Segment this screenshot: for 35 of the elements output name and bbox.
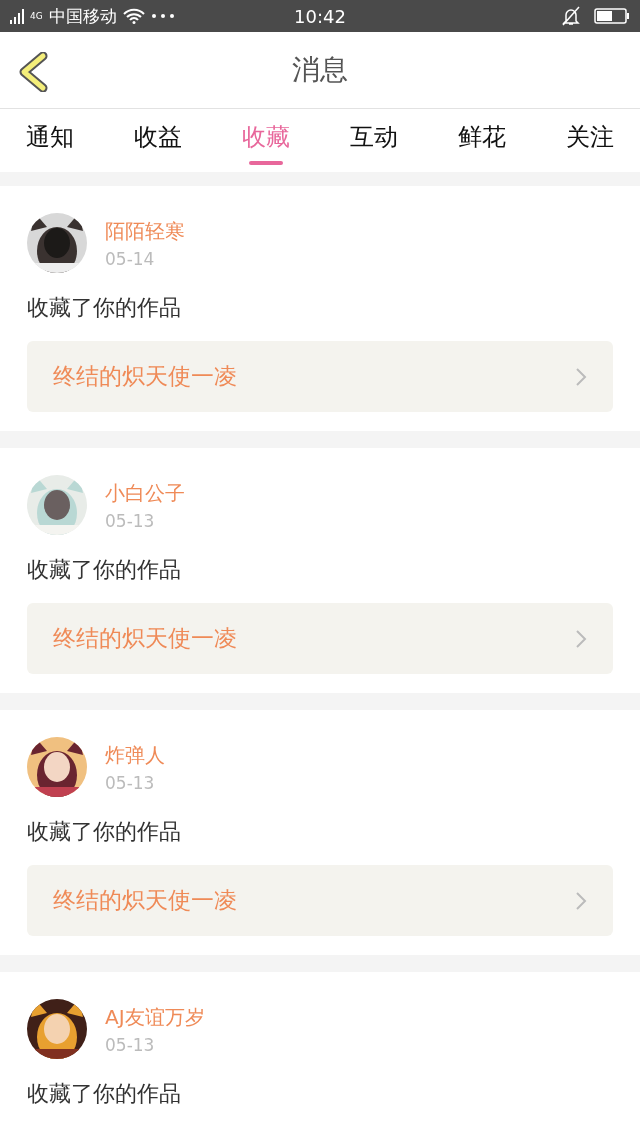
tab[interactable]: 互动 xyxy=(350,109,398,172)
back-icon[interactable] xyxy=(18,52,48,92)
message-date: 05-13 xyxy=(105,1034,156,1055)
message-text: 收藏了你的作品 xyxy=(27,294,182,322)
chevron-right-icon xyxy=(575,628,587,649)
user-name[interactable]: 小白公子 xyxy=(105,479,185,507)
bell-muted-icon xyxy=(562,6,580,26)
tab[interactable]: 收益 xyxy=(134,109,182,172)
work-link[interactable]: 终结的炽天使一凌 xyxy=(27,341,613,412)
message-date: 05-13 xyxy=(105,510,156,531)
chevron-right-icon xyxy=(575,366,587,387)
tab[interactable]: 通知 xyxy=(26,109,74,172)
network-type: 4G xyxy=(30,11,43,21)
user-name[interactable]: 陌陌轻寒 xyxy=(105,217,185,245)
work-link[interactable]: 终结的炽天使一凌 xyxy=(27,603,613,674)
clock-time: 10:42 xyxy=(294,5,346,27)
wifi-icon xyxy=(122,8,145,24)
battery-icon xyxy=(594,8,630,24)
tab[interactable]: 关注 xyxy=(566,109,614,172)
user-name[interactable]: 炸弹人 xyxy=(105,741,165,769)
chevron-right-icon xyxy=(575,890,587,911)
carrier-name: 中国移动 xyxy=(48,4,117,28)
user-name[interactable]: AJ友谊万岁 xyxy=(105,1003,205,1031)
more-icon xyxy=(150,13,175,19)
signal-icon xyxy=(10,8,24,24)
tab[interactable]: 鲜花 xyxy=(458,109,506,172)
tab-underline xyxy=(249,161,283,165)
message-text: 收藏了你的作品 xyxy=(27,1080,182,1108)
message-text: 收藏了你的作品 xyxy=(27,818,182,846)
tab[interactable]: 收藏 xyxy=(242,109,290,172)
message-text: 收藏了你的作品 xyxy=(27,556,182,584)
message-date: 05-14 xyxy=(105,248,156,269)
page-title: 消息 xyxy=(292,52,348,88)
work-link[interactable]: 终结的炽天使一凌 xyxy=(27,865,613,936)
message-date: 05-13 xyxy=(105,772,156,793)
